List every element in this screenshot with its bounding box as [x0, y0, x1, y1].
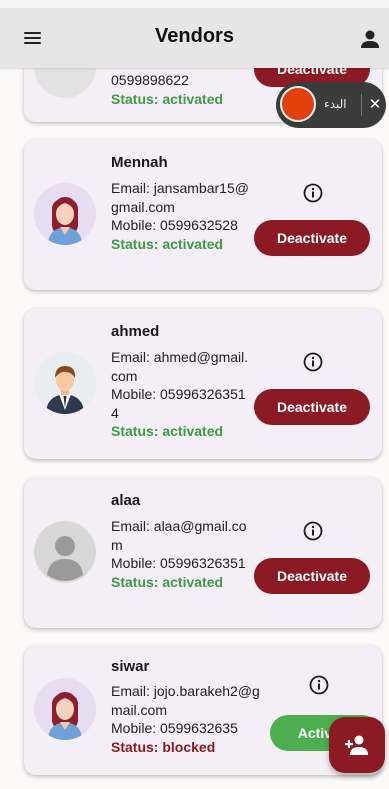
vendor-mobile: Mobile: 059963263514: [111, 386, 246, 421]
vendor-status: Status: activated: [111, 423, 224, 439]
vendor-name: alaa: [111, 492, 141, 509]
vendor-email: Email: alaa@gmail.com: [111, 518, 247, 553]
vendor-email: Email: jojo.barakeh2@gmail.com: [111, 683, 260, 718]
deactivate-button[interactable]: Deactivate: [254, 389, 370, 425]
vendor-status: Status: activated: [111, 235, 224, 252]
vendor-email: Email: ahmed@gmail.com: [111, 349, 249, 384]
add-vendor-button[interactable]: [329, 717, 385, 773]
vendor-details: Email: jojo.barakeh2@gmail.com Mobile: 0…: [111, 682, 261, 756]
person-icon[interactable]: [359, 28, 381, 50]
avatar: [34, 678, 96, 740]
avatar: [34, 183, 96, 245]
info-icon[interactable]: [303, 521, 323, 541]
vendor-name: siwar: [111, 658, 150, 675]
page-title: Vendors: [155, 25, 234, 47]
avatar: [34, 352, 96, 414]
screen-recorder-widget: البدء ✕: [276, 82, 386, 128]
vendor-mobile: 0599898622: [111, 72, 189, 88]
vendor-card: ahmed Email: ahmed@gmail.com Mobile: 059…: [24, 308, 382, 459]
vendor-mobile: Mobile: 0599632635: [111, 720, 238, 736]
vendor-card: Mennah Email: jansambar15@gmail.com Mobi…: [24, 139, 382, 290]
record-button[interactable]: [280, 86, 316, 122]
info-icon[interactable]: [309, 675, 329, 695]
vendor-status: Status: activated: [111, 90, 224, 107]
vendor-mobile: Mobile: 05996326351: [111, 555, 246, 571]
add-person-icon: [345, 735, 368, 755]
info-icon[interactable]: [303, 183, 323, 203]
vendor-status: Status: activated: [111, 573, 224, 590]
app-bar: Vendors: [0, 8, 389, 68]
deactivate-button[interactable]: Deactivate: [254, 558, 370, 594]
vendor-details: Email: jansambar15@gmail.com Mobile: 059…: [111, 179, 251, 253]
vendor-email: Email: jansambar15@gmail.com: [111, 180, 249, 215]
recorder-divider: [361, 94, 362, 116]
vendor-card: alaa Email: alaa@gmail.com Mobile: 05996…: [24, 477, 382, 628]
vendor-details: 0599898622 Status: activated: [111, 71, 251, 108]
info-icon[interactable]: [303, 352, 323, 372]
record-label: البدء: [324, 97, 347, 111]
vendor-status: Status: blocked: [111, 738, 216, 755]
deactivate-button[interactable]: Deactivate: [254, 220, 370, 256]
vendor-details: Email: alaa@gmail.com Mobile: 0599632635…: [111, 517, 251, 591]
close-icon[interactable]: ✕: [366, 94, 384, 116]
vendor-mobile: Mobile: 0599632528: [111, 217, 238, 233]
avatar: [34, 521, 96, 583]
vendor-name: ahmed: [111, 323, 160, 340]
vendor-details: Email: ahmed@gmail.com Mobile: 059963263…: [111, 348, 251, 441]
vendor-name: Mennah: [111, 154, 168, 171]
